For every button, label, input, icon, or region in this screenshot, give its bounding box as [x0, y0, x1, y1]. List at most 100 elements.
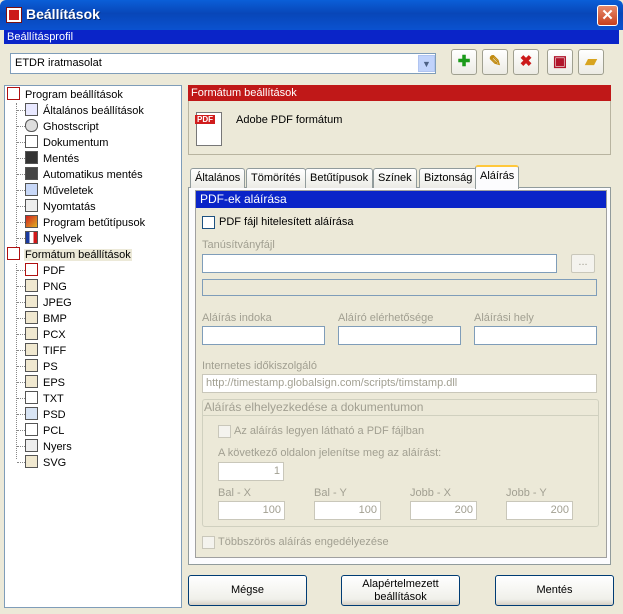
tree-item-actions[interactable]: Műveletek	[25, 183, 94, 199]
add-icon: ✚	[457, 53, 471, 70]
format-name: Adobe PDF formátum	[236, 114, 343, 126]
actions-icon	[25, 183, 38, 196]
tree-item-ps[interactable]: PS	[25, 359, 59, 375]
window-title: Beállítások	[26, 6, 100, 22]
save-button[interactable]: Mentés	[495, 575, 614, 606]
tab-signature[interactable]: Aláírás	[475, 165, 520, 189]
cert-file-label: Tanúsítványfájl	[202, 239, 275, 251]
tree-item-general[interactable]: Általános beállítások	[25, 103, 145, 119]
right-y-input[interactable]: 200	[506, 501, 573, 520]
tab-general[interactable]: Általános	[190, 168, 246, 188]
chevron-down-icon[interactable]: ▼	[418, 55, 435, 72]
location-label: Aláírási hely	[474, 312, 534, 324]
right-x-input[interactable]: 200	[410, 501, 477, 520]
tree-item-pcl[interactable]: PCL	[25, 423, 65, 439]
document-icon	[25, 135, 38, 148]
multi-signature-checkbox[interactable]	[202, 536, 215, 549]
psd-file-icon	[25, 407, 38, 420]
app-icon	[6, 7, 22, 23]
tab-compression[interactable]: Tömörítés	[246, 168, 306, 188]
edit-icon: ✎	[488, 53, 502, 70]
tree-item-pcx[interactable]: PCX	[25, 327, 67, 343]
timestamp-input[interactable]: http://timestamp.globalsign.com/scripts/…	[202, 374, 597, 393]
svg-file-icon	[25, 455, 38, 468]
delete-icon: ✖	[519, 53, 533, 70]
tree-item-ghostscript[interactable]: Ghostscript	[25, 119, 100, 135]
open-folder-icon: ▰	[585, 53, 597, 70]
tab-colors[interactable]: Színek	[373, 168, 417, 188]
left-x-label: Bal - X	[218, 487, 252, 499]
save-icon: ▣	[552, 53, 568, 70]
pcx-file-icon	[25, 327, 38, 340]
browse-button[interactable]: ...	[571, 254, 595, 273]
tree-item-save[interactable]: Mentés	[25, 151, 80, 167]
profile-select[interactable]: ETDR iratmasolat	[10, 53, 436, 74]
reason-label: Aláírás indoka	[202, 312, 272, 324]
contact-input[interactable]	[338, 326, 461, 345]
tree-item-bmp[interactable]: BMP	[25, 311, 68, 327]
bmp-file-icon	[25, 311, 38, 324]
sign-pdf-label: PDF fájl hitelesített aláírása	[219, 216, 354, 228]
floppy-icon	[25, 151, 38, 164]
save-profile-button[interactable]: ▣	[547, 49, 573, 75]
tree-item-fonts[interactable]: Program betűtípusok	[25, 215, 146, 231]
tree-item-tiff[interactable]: TIFF	[25, 343, 67, 359]
ghost-icon	[25, 119, 38, 132]
tree-item-png[interactable]: PNG	[25, 279, 68, 295]
delete-profile-button[interactable]: ✖	[513, 49, 539, 75]
tree-item-printing[interactable]: Nyomtatás	[25, 199, 97, 215]
multi-signature-label: Többszörös aláírás engedélyezése	[218, 536, 389, 548]
signature-title: PDF-ek aláírása	[196, 191, 606, 208]
autosave-icon	[25, 167, 38, 180]
txt-file-icon	[25, 391, 38, 404]
flag-icon	[25, 231, 38, 244]
font-icon	[25, 215, 38, 228]
page-input[interactable]: 1	[218, 462, 284, 481]
close-icon: ✕	[601, 7, 614, 24]
close-button[interactable]: ✕	[597, 5, 618, 26]
edit-profile-button[interactable]: ✎	[482, 49, 508, 75]
open-profile-button[interactable]: ▰	[578, 49, 604, 75]
add-profile-button[interactable]: ✚	[451, 49, 477, 75]
cert-file-input[interactable]	[202, 254, 557, 273]
sign-pdf-checkbox[interactable]	[202, 216, 215, 229]
tree-item-autosave[interactable]: Automatikus mentés	[25, 167, 144, 183]
format-settings-icon	[7, 247, 20, 260]
eps-file-icon	[25, 375, 38, 388]
tab-security[interactable]: Biztonság	[419, 168, 478, 188]
tree-item-document[interactable]: Dokumentum	[25, 135, 109, 151]
tree-item-raw[interactable]: Nyers	[25, 439, 73, 455]
tree-item-eps[interactable]: EPS	[25, 375, 66, 391]
tree-item-svg[interactable]: SVG	[25, 455, 67, 471]
location-input[interactable]	[474, 326, 597, 345]
tree-item-format-settings[interactable]: Formátum beállítások	[7, 247, 132, 263]
visible-signature-checkbox[interactable]	[218, 425, 231, 438]
cancel-button[interactable]: Mégse	[188, 575, 307, 606]
png-file-icon	[25, 279, 38, 292]
tab-fonts[interactable]: Betűtípusok	[305, 168, 374, 188]
tree-item-psd[interactable]: PSD	[25, 407, 67, 423]
raw-file-icon	[25, 439, 38, 452]
tree-item-pdf[interactable]: PDF	[25, 263, 66, 279]
reason-input[interactable]	[202, 326, 325, 345]
page-label: A következő oldalon jelenítse meg az alá…	[218, 447, 442, 459]
left-x-input[interactable]: 100	[218, 501, 285, 520]
settings-icon	[25, 103, 38, 116]
cert-info-field	[202, 279, 597, 296]
placement-title: Aláírás elhelyezkedése a dokumentumon	[204, 400, 424, 414]
timestamp-label: Internetes időkiszolgáló	[202, 360, 317, 372]
tree-item-txt[interactable]: TXT	[25, 391, 65, 407]
tree-item-jpeg[interactable]: JPEG	[25, 295, 73, 311]
pdf-format-icon	[195, 112, 222, 146]
tree-item-program-settings[interactable]: Program beállítások	[7, 87, 124, 103]
format-info-box	[188, 101, 611, 155]
visible-signature-label: Az aláírás legyen látható a PDF fájlban	[234, 425, 425, 437]
tiff-file-icon	[25, 343, 38, 356]
placement-divider	[203, 415, 598, 416]
left-y-input[interactable]: 100	[314, 501, 381, 520]
settings-tree[interactable]: Program beállítások Általános beállításo…	[4, 85, 182, 608]
tree-item-languages[interactable]: Nyelvek	[25, 231, 83, 247]
defaults-button[interactable]: Alapértelmezett beállítások	[341, 575, 460, 606]
program-settings-icon	[7, 87, 20, 100]
right-x-label: Jobb - X	[410, 487, 451, 499]
